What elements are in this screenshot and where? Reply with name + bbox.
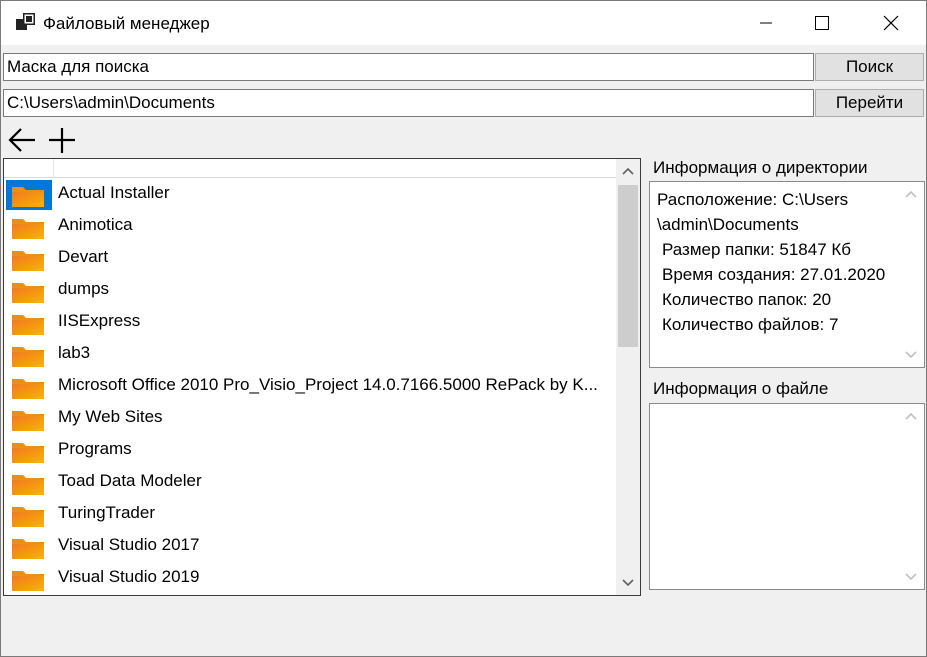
chevron-down-icon [622,579,634,587]
list-item[interactable]: Visual Studio 2019 [4,562,616,594]
chevron-up-icon [905,190,917,198]
maximize-button[interactable] [799,1,845,45]
folder-icon [12,411,44,431]
scroll-thumb[interactable] [618,185,638,347]
list-scrollbar[interactable] [616,159,640,595]
list-item[interactable]: My Web Sites [4,402,616,434]
folder-count: Количество папок: 20 [662,290,832,309]
scroll-up-button[interactable] [898,404,924,428]
folder-icon [12,347,44,367]
window-title: Файловый менеджер [43,14,210,33]
directory-info-text: Расположение: C:\Users \admin\Documents … [657,187,905,337]
list-item-label: Microsoft Office 2010 Pro_Visio_Project … [58,375,598,394]
list-item-label: Animotica [58,215,133,234]
minimize-button[interactable] [743,1,789,45]
list-header [4,159,616,178]
search-button[interactable]: Поиск [815,53,924,81]
folder-icon [12,443,44,463]
list-item-label: TuringTrader [58,503,155,522]
file-manager-window: Файловый менеджер Маска для поиска Поиск… [0,0,927,657]
list-item-label: IISExpress [58,311,141,330]
chevron-up-icon [622,167,634,175]
list-item[interactable]: lab3 [4,338,616,370]
folder-list[interactable]: Actual Installer Animotica Devart dumps IISE… [3,158,641,596]
list-item[interactable]: IISExpress [4,306,616,338]
list-item-label: Visual Studio 2017 [58,535,200,554]
list-item-label: Actual Installer [58,183,170,202]
scroll-up-button[interactable] [616,159,640,183]
chevron-up-icon [905,412,917,420]
file-info-label: Информация о файле [653,379,829,398]
list-item[interactable]: Programs [4,434,616,466]
directory-info-box[interactable]: Расположение: C:\Users \admin\Documents … [649,181,925,368]
maximize-icon [815,16,829,30]
list-item[interactable]: Toad Data Modeler [4,466,616,498]
creation-time: Время создания: 27.01.2020 [662,265,886,284]
list-item-label: Visual Studio 2019 [58,567,200,586]
file-count: Количество файлов: 7 [662,315,839,334]
folder-icon [12,315,44,335]
scroll-down-button[interactable] [898,343,924,367]
list-item[interactable]: Microsoft Office 2010 Pro_Visio_Project … [4,370,616,402]
list-item[interactable]: dumps [4,274,616,306]
folder-icon [12,251,44,271]
folder-icon [12,507,44,527]
close-button[interactable] [868,1,914,45]
chevron-down-icon [905,351,917,359]
folder-icon [12,187,44,207]
list-item-label: My Web Sites [58,407,163,426]
list-item-label: lab3 [58,343,91,362]
minimize-icon [760,22,772,24]
scroll-down-button[interactable] [616,571,640,595]
list-item-label: Devart [58,247,109,266]
list-item-label: dumps [58,279,110,298]
folder-icon [12,539,44,559]
list-item-label: Toad Data Modeler [58,471,202,490]
folder-icon [12,219,44,239]
location-line-2: \admin\Documents [657,215,799,234]
scroll-up-button[interactable] [898,182,924,206]
plus-icon[interactable] [47,125,77,155]
path-input[interactable]: C:\Users\admin\Documents [3,89,814,117]
arrow-left-icon[interactable] [7,125,37,155]
folder-icon [12,283,44,303]
list-item[interactable]: Visual Studio 2017 [4,530,616,562]
file-info-scrollbar[interactable] [898,404,924,589]
list-item[interactable]: Actual Installer [4,178,616,210]
folder-icon [12,571,44,591]
directory-info-scrollbar[interactable] [898,182,924,367]
file-info-box[interactable] [649,403,925,590]
folder-size: Размер папки: 51847 Кб [662,240,852,259]
location-line-1: Расположение: C:\Users [657,190,849,209]
folder-icon [12,475,44,495]
list-item[interactable]: TuringTrader [4,498,616,530]
folder-icon [12,379,44,399]
list-item[interactable]: Devart [4,242,616,274]
chevron-down-icon [905,573,917,581]
search-input[interactable]: Маска для поиска [3,53,814,81]
list-item[interactable]: Animotica [4,210,616,242]
title-bar[interactable]: Файловый менеджер [1,1,926,45]
app-icon [16,13,35,30]
go-button[interactable]: Перейти [815,89,924,117]
list-item-label: Programs [58,439,132,458]
scroll-down-button[interactable] [898,565,924,589]
directory-info-label: Информация о директории [653,158,868,177]
close-icon [883,15,899,31]
